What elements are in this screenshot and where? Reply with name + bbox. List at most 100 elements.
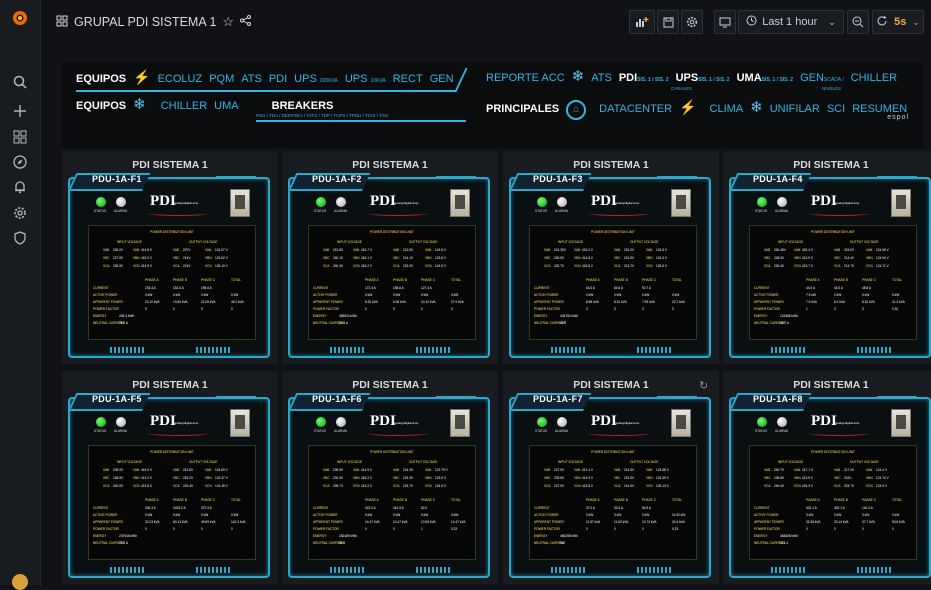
pdu-cabinet-image bbox=[891, 409, 911, 437]
voltage-label: VBN bbox=[205, 256, 212, 260]
voltage-label: VCA bbox=[323, 264, 330, 268]
input-voltage-value: 414.8 V bbox=[582, 256, 593, 260]
nav-link-ups-200kva[interactable]: UPS 200KVA bbox=[294, 73, 338, 85]
status-label: STATUS bbox=[755, 209, 768, 213]
nav-link-ups-report[interactable]: UPSSIS. 1 / SIS. 2 bbox=[676, 72, 730, 84]
share-icon[interactable] bbox=[240, 15, 252, 29]
voltage-label: VCA bbox=[173, 264, 180, 268]
voltage-label: VCA bbox=[393, 484, 400, 488]
input-voltage-value: 240.1V bbox=[333, 256, 344, 260]
row-label: CURRENT bbox=[93, 506, 109, 510]
row-label: ACTIVE POWER bbox=[754, 293, 779, 297]
pdu-panel[interactable]: PDI SISTEMA 1 PDU-1A-F7 STATUS ALARMA PDI ana… bbox=[503, 371, 719, 584]
nav-link-datacenter[interactable]: DATACENTER bbox=[599, 103, 672, 115]
column-header: TOTAL bbox=[892, 278, 902, 282]
nav-link-uma[interactable]: UMA bbox=[214, 100, 238, 112]
status-label: STATUS bbox=[535, 429, 548, 433]
nav-link-uma-report[interactable]: UMASIS. 1 / SIS. 2 bbox=[737, 72, 793, 84]
nav-link-pqm[interactable]: PQM bbox=[209, 73, 234, 85]
explore-compass-icon[interactable] bbox=[10, 152, 30, 172]
cell-value: 1 bbox=[421, 527, 423, 531]
output-voltage-value: 124.57 V bbox=[215, 248, 228, 252]
refresh-icon[interactable] bbox=[876, 15, 888, 30]
panel-title[interactable]: PDI SISTEMA 1 bbox=[723, 379, 931, 391]
nav-link-pdi-report[interactable]: PDISIS. 1 / SIS. 2 bbox=[619, 72, 669, 84]
breakers-sublabel: PSG / TDA / DEEPSEA / TATS / TDP / TUPS … bbox=[256, 113, 389, 118]
column-header: TOTAL bbox=[892, 498, 902, 502]
panel-title[interactable]: PDI SISTEMA 1 bbox=[723, 159, 931, 171]
voltage-label: VBC bbox=[173, 256, 180, 260]
footer-stripe bbox=[196, 567, 230, 573]
voltage-label: VAB bbox=[764, 468, 771, 472]
shield-icon[interactable] bbox=[10, 228, 30, 248]
save-dashboard-button[interactable] bbox=[657, 10, 679, 34]
pdu-panel[interactable]: PDI SISTEMA 1 PDU-1A-F1 STATUS ALARMA PDI ana… bbox=[62, 151, 278, 364]
nav-link-gen[interactable]: GEN bbox=[430, 73, 454, 85]
nav-link-gen-report[interactable]: GENSCADA / bbox=[800, 72, 844, 84]
nav-link-chiller-report[interactable]: CHILLER bbox=[851, 72, 897, 84]
panel-title[interactable]: PDI SISTEMA 1 bbox=[282, 379, 498, 391]
cell-value: 93.6 kVA bbox=[892, 520, 905, 524]
pdu-panel[interactable]: PDI SISTEMA 1 PDU-1A-F2 STATUS ALARMA PDI ana… bbox=[282, 151, 498, 364]
status-led bbox=[316, 197, 326, 207]
cell-value: 14.47 kVA bbox=[451, 520, 466, 524]
nav-link-ats-report[interactable]: ATS bbox=[591, 72, 612, 84]
pdu-panel[interactable]: PDI SISTEMA 1 PDU-1A-F3 STATUS ALARMA PDI ana… bbox=[503, 151, 719, 364]
grafana-logo-icon[interactable] bbox=[10, 8, 30, 28]
dashboard-settings-button[interactable] bbox=[681, 10, 703, 34]
nav-link-reporte-acc[interactable]: REPORTE ACC bbox=[486, 72, 565, 84]
pdu-panel[interactable]: PDI SISTEMA 1 PDU-1A-F8 STATUS ALARMA PDI ana… bbox=[723, 371, 931, 584]
nav-link-ats[interactable]: ATS bbox=[241, 73, 262, 85]
tv-mode-button[interactable] bbox=[714, 10, 736, 34]
voltage-label: VBC bbox=[173, 476, 180, 480]
pdu-cabinet-image bbox=[891, 189, 911, 217]
nav-link-pdi[interactable]: PDI bbox=[269, 73, 287, 85]
refresh-picker[interactable]: 5s ⌄ bbox=[872, 10, 924, 34]
panel-title[interactable]: PDI SISTEMA 1 bbox=[282, 159, 498, 171]
dashboards-icon[interactable] bbox=[10, 127, 30, 147]
pdu-panel[interactable]: PDI SISTEMA 1 PDU-1A-F6 STATUS ALARMA PDI ana… bbox=[282, 371, 498, 584]
page-title[interactable]: GRUPAL PDI SISTEMA 1 bbox=[74, 15, 216, 29]
plus-icon[interactable] bbox=[10, 101, 30, 121]
panel-title[interactable]: PDI SISTEMA 1 bbox=[62, 379, 278, 391]
cell-value: 0 bbox=[862, 307, 864, 311]
settings-gear-icon[interactable] bbox=[10, 203, 30, 223]
pdu-panel[interactable]: PDI SISTEMA 1 PDU-1A-F5 STATUS ALARMA PDI ana… bbox=[62, 371, 278, 584]
pdi-tagline: analog/digital amp bbox=[615, 201, 640, 205]
panel-title[interactable]: PDI SISTEMA 1 bbox=[62, 159, 278, 171]
input-voltage-value: 414.9 V bbox=[361, 468, 372, 472]
input-voltage-value: 415.8 V bbox=[582, 264, 593, 268]
time-range-picker[interactable]: Last 1 hour ⌄ bbox=[738, 10, 844, 34]
panel-title[interactable]: PDI SISTEMA 1 bbox=[503, 379, 719, 391]
output-voltage-value: 215.7V bbox=[844, 484, 855, 488]
alerting-bell-icon[interactable] bbox=[10, 177, 30, 197]
star-icon[interactable]: ☆ bbox=[222, 14, 234, 30]
nav-link-clima[interactable]: CLIMA bbox=[710, 103, 744, 115]
user-avatar[interactable] bbox=[12, 574, 28, 590]
voltage-label: VCN bbox=[574, 264, 581, 268]
nav-link-rect[interactable]: RECT bbox=[393, 73, 423, 85]
cell-value: 21.05 kVA bbox=[201, 300, 216, 304]
niveles-sublabel[interactable]: NIVELES bbox=[822, 86, 841, 91]
canales-sublabel[interactable]: CANALES bbox=[671, 86, 692, 91]
search-icon[interactable] bbox=[10, 72, 30, 92]
neutral-current-value: 0.4 bbox=[560, 541, 565, 545]
home-icon[interactable]: ⌂ bbox=[566, 100, 587, 120]
cell-value: 44.0 A bbox=[806, 286, 816, 290]
nav-link-chiller[interactable]: CHILLER bbox=[161, 100, 207, 112]
nav-link-breakers[interactable]: BREAKERS bbox=[272, 100, 334, 112]
panel-title[interactable]: PDI SISTEMA 1 bbox=[503, 159, 719, 171]
input-voltage-value: 241.8V bbox=[333, 248, 344, 252]
ups-200-label: UPS bbox=[294, 73, 317, 85]
pdu-panel[interactable]: PDI SISTEMA 1 PDU-1A-F4 STATUS ALARMA PDI ana… bbox=[723, 151, 931, 364]
nav-link-ups-10kva[interactable]: UPS 10KVA bbox=[345, 73, 386, 85]
nav-link-unifilar[interactable]: UNIFILAR bbox=[770, 103, 820, 115]
nav-link-ecoluz[interactable]: ECOLUZ bbox=[158, 73, 203, 85]
cell-value: 10.10 kVA bbox=[421, 300, 436, 304]
pdi-logo-swoosh bbox=[368, 211, 428, 216]
zoom-out-button[interactable] bbox=[847, 10, 869, 34]
refresh-interval-label[interactable]: 5s bbox=[894, 16, 906, 28]
output-voltage-value: 217.2V bbox=[844, 468, 855, 472]
nav-link-sci[interactable]: SCI bbox=[827, 103, 845, 115]
add-panel-button[interactable] bbox=[629, 10, 655, 34]
